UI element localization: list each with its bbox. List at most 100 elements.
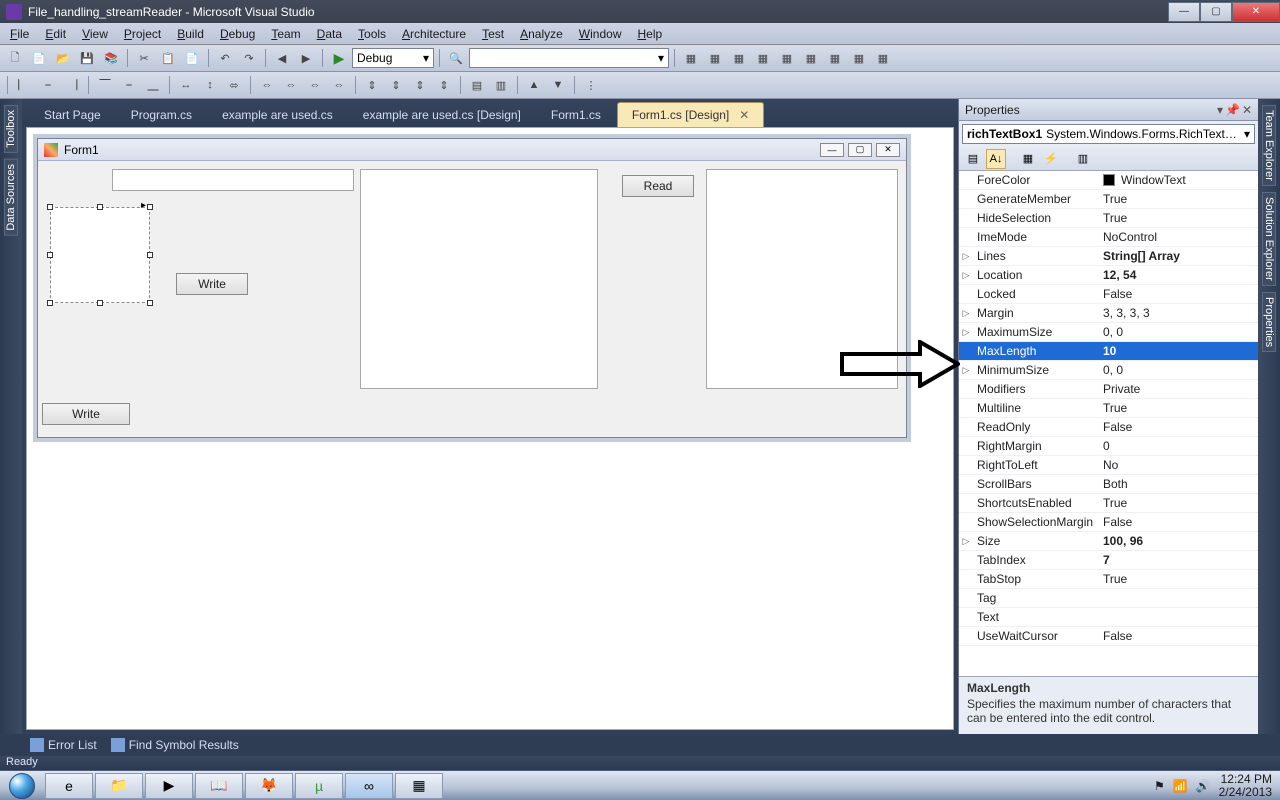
taskbar-app2-icon[interactable]: ▦ [395,773,443,799]
prop-row-readonly[interactable]: ReadOnlyFalse [959,418,1258,437]
rail-solution-explorer[interactable]: Solution Explorer [1262,192,1276,286]
prop-row-tabstop[interactable]: TabStopTrue [959,570,1258,589]
close-panel-icon[interactable]: ✕ [1242,103,1252,117]
menu-build[interactable]: Build [169,25,212,43]
prop-row-minimumsize[interactable]: ▷MinimumSize0, 0 [959,361,1258,380]
tb-icon[interactable]: ▦ [752,47,774,69]
menu-project[interactable]: Project [116,25,169,43]
doc-tab[interactable]: example are used.cs [208,103,347,127]
prop-row-shortcutsenabled[interactable]: ShortcutsEnabledTrue [959,494,1258,513]
doc-tab[interactable]: Program.cs [117,103,206,127]
save-icon[interactable]: 💾 [76,47,98,69]
align-mid-icon[interactable]: ⎯ [118,74,140,96]
read-button[interactable]: Read [622,175,694,197]
richtextbox-selected[interactable]: ▸ [50,207,150,303]
prop-row-modifiers[interactable]: ModifiersPrivate [959,380,1258,399]
properties-icon[interactable]: ▦ [1018,149,1038,169]
prop-row-generatemember[interactable]: GenerateMemberTrue [959,190,1258,209]
prop-row-location[interactable]: ▷Location12, 54 [959,266,1258,285]
alphabetical-icon[interactable]: A↓ [986,149,1006,169]
menu-edit[interactable]: Edit [37,25,74,43]
tray-network-icon[interactable]: 📶 [1173,779,1188,793]
nav-back-icon[interactable]: ◀ [271,47,293,69]
textbox-2[interactable] [360,169,598,389]
property-pages-icon[interactable]: ▥ [1073,149,1093,169]
property-grid[interactable]: ForeColorWindowTextGenerateMemberTrueHid… [959,171,1258,676]
prop-row-rightmargin[interactable]: RightMargin0 [959,437,1258,456]
doc-tab[interactable]: example are used.cs [Design] [349,103,535,127]
align-left-icon[interactable]: ⎸ [13,74,35,96]
taskbar-utorrent-icon[interactable]: µ [295,773,343,799]
prop-row-hideselection[interactable]: HideSelectionTrue [959,209,1258,228]
tray-volume-icon[interactable]: 🔊 [1196,779,1211,793]
maximize-button[interactable]: ▢ [1200,2,1232,22]
bottom-tab-error-list[interactable]: Error List [30,738,97,752]
start-button[interactable] [0,772,44,800]
prop-row-tag[interactable]: Tag [959,589,1258,608]
doc-tab[interactable]: Form1.cs [537,103,615,127]
menu-view[interactable]: View [74,25,116,43]
align-center-icon[interactable]: ⎯ [37,74,59,96]
textbox-3[interactable] [706,169,898,389]
taskbar-ie-icon[interactable]: e [45,773,93,799]
find-combo[interactable]: ▾ [469,48,669,68]
new-project-icon[interactable]: 🗋 [4,47,26,69]
vspace-icon[interactable]: ⇕ [433,74,455,96]
close-button[interactable]: ✕ [1232,2,1280,22]
clock[interactable]: 12:24 PM 2/24/2013 [1219,773,1272,799]
tb-icon[interactable]: ▦ [824,47,846,69]
paste-icon[interactable]: 📄 [181,47,203,69]
start-debug-icon[interactable]: ▶ [328,47,350,69]
nav-fwd-icon[interactable]: ▶ [295,47,317,69]
menu-team[interactable]: Team [263,25,308,43]
doc-tab[interactable]: Start Page [30,103,115,127]
categorized-icon[interactable]: ▤ [963,149,983,169]
bottom-tab-find-symbol-results[interactable]: Find Symbol Results [111,738,239,752]
dropdown-icon[interactable]: ▾ [1217,103,1223,117]
open-icon[interactable]: 📂 [52,47,74,69]
size-w-icon[interactable]: ↔ [175,74,197,96]
align-bot-icon[interactable]: ⎽ [142,74,164,96]
tb-icon[interactable]: ▦ [728,47,750,69]
config-combo[interactable]: Debug▾ [352,48,434,68]
prop-row-tabindex[interactable]: TabIndex7 [959,551,1258,570]
tb-icon[interactable]: ▦ [872,47,894,69]
copy-icon[interactable]: 📋 [157,47,179,69]
prop-row-multiline[interactable]: MultilineTrue [959,399,1258,418]
menu-test[interactable]: Test [474,25,512,43]
tab-order-icon[interactable]: ⋮ [580,74,602,96]
designer-surface[interactable]: Form1 — ▢ ✕ [26,127,954,730]
center-h-icon[interactable]: ▤ [466,74,488,96]
find-icon[interactable]: 🔍 [445,47,467,69]
rail-properties[interactable]: Properties [1262,292,1276,352]
size-h-icon[interactable]: ↕ [199,74,221,96]
write2-button[interactable]: Write [42,403,130,425]
menu-architecture[interactable]: Architecture [394,25,474,43]
hspace-icon[interactable]: ⇔ [304,74,326,96]
add-item-icon[interactable]: 📄 [28,47,50,69]
form-close-icon[interactable]: ✕ [876,143,900,157]
taskbar-wmp-icon[interactable]: ▶ [145,773,193,799]
prop-row-imemode[interactable]: ImeModeNoControl [959,228,1258,247]
hspace-icon[interactable]: ⇔ [256,74,278,96]
prop-row-size[interactable]: ▷Size100, 96 [959,532,1258,551]
undo-icon[interactable]: ↶ [214,47,236,69]
minimize-button[interactable]: — [1168,2,1200,22]
prop-row-locked[interactable]: LockedFalse [959,285,1258,304]
menu-data[interactable]: Data [309,25,350,43]
redo-icon[interactable]: ↷ [238,47,260,69]
vspace-icon[interactable]: ⇕ [409,74,431,96]
form-max-icon[interactable]: ▢ [848,143,872,157]
tray-flag-icon[interactable]: ⚑ [1154,779,1165,793]
size-both-icon[interactable]: ⬄ [223,74,245,96]
align-top-icon[interactable]: ⎺ [94,74,116,96]
pin-icon[interactable]: 📌 [1225,103,1240,117]
center-v-icon[interactable]: ▥ [490,74,512,96]
taskbar-firefox-icon[interactable]: 🦊 [245,773,293,799]
prop-row-usewaitcursor[interactable]: UseWaitCursorFalse [959,627,1258,646]
menu-analyze[interactable]: Analyze [512,25,571,43]
rail-data-sources[interactable]: Data Sources [4,159,18,236]
write-button[interactable]: Write [176,273,248,295]
rail-toolbox[interactable]: Toolbox [4,105,18,153]
prop-row-forecolor[interactable]: ForeColorWindowText [959,171,1258,190]
